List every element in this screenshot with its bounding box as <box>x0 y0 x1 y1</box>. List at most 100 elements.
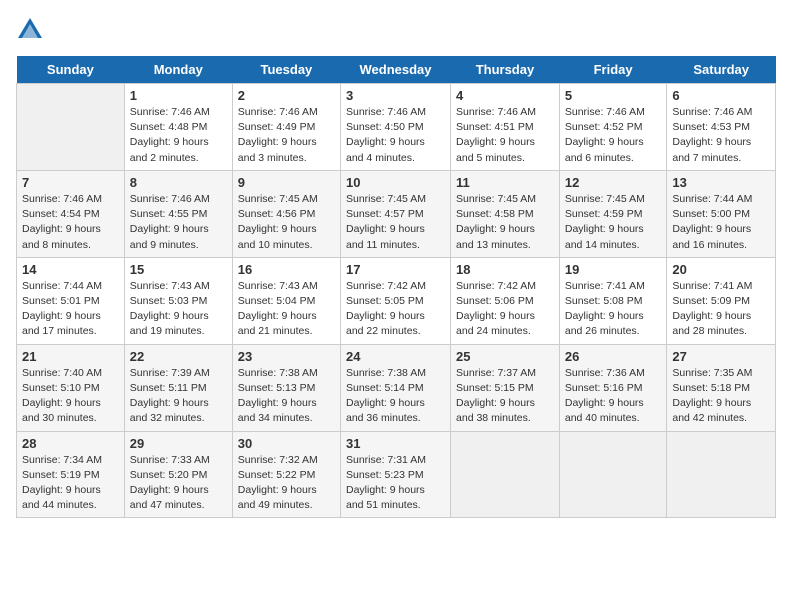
day-number: 27 <box>672 349 770 364</box>
day-number: 11 <box>456 175 554 190</box>
day-cell: 1Sunrise: 7:46 AMSunset: 4:48 PMDaylight… <box>124 84 232 171</box>
day-info: Sunrise: 7:33 AMSunset: 5:20 PMDaylight:… <box>130 453 227 514</box>
page-header <box>16 16 776 44</box>
header-thursday: Thursday <box>451 56 560 84</box>
header-tuesday: Tuesday <box>232 56 340 84</box>
day-number: 19 <box>565 262 662 277</box>
day-number: 15 <box>130 262 227 277</box>
week-row-2: 7 Sunrise: 7:46 AMSunset: 4:54 PMDaylight… <box>17 170 776 257</box>
header-saturday: Saturday <box>667 56 776 84</box>
day-info: Sunrise: 7:45 AMSunset: 4:59 PMDaylight:… <box>565 192 662 253</box>
day-info: Sunrise: 7:45 AMSunset: 4:56 PMDaylight:… <box>238 192 335 253</box>
day-info: Sunrise: 7:43 AMSunset: 5:04 PMDaylight:… <box>238 279 335 340</box>
day-info: Sunrise: 7:40 AMSunset: 5:10 PMDaylight:… <box>22 366 119 427</box>
day-cell: 17 Sunrise: 7:42 AMSunset: 5:05 PMDayligh… <box>341 257 451 344</box>
week-row-5: 28Sunrise: 7:34 AMSunset: 5:19 PMDayligh… <box>17 431 776 518</box>
day-cell: 18Sunrise: 7:42 AMSunset: 5:06 PMDayligh… <box>451 257 560 344</box>
header-friday: Friday <box>559 56 667 84</box>
day-cell: 12 Sunrise: 7:45 AMSunset: 4:59 PMDayligh… <box>559 170 667 257</box>
day-cell: 9 Sunrise: 7:45 AMSunset: 4:56 PMDaylight… <box>232 170 340 257</box>
day-info: Sunrise: 7:46 AMSunset: 4:50 PMDaylight:… <box>346 105 445 166</box>
day-cell: 24 Sunrise: 7:38 AMSunset: 5:14 PMDayligh… <box>341 344 451 431</box>
day-cell: 6 Sunrise: 7:46 AMSunset: 4:53 PMDaylight… <box>667 84 776 171</box>
day-info: Sunrise: 7:46 AMSunset: 4:53 PMDaylight:… <box>672 105 770 166</box>
day-cell: 10 Sunrise: 7:45 AMSunset: 4:57 PMDayligh… <box>341 170 451 257</box>
day-number: 24 <box>346 349 445 364</box>
day-cell <box>451 431 560 518</box>
day-number: 12 <box>565 175 662 190</box>
day-number: 8 <box>130 175 227 190</box>
day-cell: 20 Sunrise: 7:41 AMSunset: 5:09 PMDayligh… <box>667 257 776 344</box>
day-info: Sunrise: 7:43 AMSunset: 5:03 PMDaylight:… <box>130 279 227 340</box>
logo <box>16 16 46 44</box>
day-number: 31 <box>346 436 445 451</box>
day-info: Sunrise: 7:41 AMSunset: 5:09 PMDaylight:… <box>672 279 770 340</box>
day-info: Sunrise: 7:37 AMSunset: 5:15 PMDaylight:… <box>456 366 554 427</box>
day-info: Sunrise: 7:44 AMSunset: 5:00 PMDaylight:… <box>672 192 770 253</box>
week-row-4: 21 Sunrise: 7:40 AMSunset: 5:10 PMDayligh… <box>17 344 776 431</box>
day-cell: 26 Sunrise: 7:36 AMSunset: 5:16 PMDayligh… <box>559 344 667 431</box>
day-cell: 14Sunrise: 7:44 AMSunset: 5:01 PMDayligh… <box>17 257 125 344</box>
day-number: 17 <box>346 262 445 277</box>
day-number: 10 <box>346 175 445 190</box>
day-info: Sunrise: 7:46 AMSunset: 4:55 PMDaylight:… <box>130 192 227 253</box>
day-cell: 11 Sunrise: 7:45 AMSunset: 4:58 PMDayligh… <box>451 170 560 257</box>
day-info: Sunrise: 7:42 AMSunset: 5:05 PMDaylight:… <box>346 279 445 340</box>
day-info: Sunrise: 7:46 AMSunset: 4:52 PMDaylight:… <box>565 105 662 166</box>
logo-icon <box>16 16 44 44</box>
day-number: 2 <box>238 88 335 103</box>
calendar: SundayMondayTuesdayWednesdayThursdayFrid… <box>16 56 776 518</box>
calendar-header-row: SundayMondayTuesdayWednesdayThursdayFrid… <box>17 56 776 84</box>
day-cell: 21 Sunrise: 7:40 AMSunset: 5:10 PMDayligh… <box>17 344 125 431</box>
header-wednesday: Wednesday <box>341 56 451 84</box>
day-number: 14 <box>22 262 119 277</box>
day-cell: 22Sunrise: 7:39 AMSunset: 5:11 PMDayligh… <box>124 344 232 431</box>
day-number: 25 <box>456 349 554 364</box>
day-cell: 28Sunrise: 7:34 AMSunset: 5:19 PMDayligh… <box>17 431 125 518</box>
day-number: 21 <box>22 349 119 364</box>
day-cell: 4Sunrise: 7:46 AMSunset: 4:51 PMDaylight… <box>451 84 560 171</box>
day-cell: 15 Sunrise: 7:43 AMSunset: 5:03 PMDayligh… <box>124 257 232 344</box>
day-cell: 5 Sunrise: 7:46 AMSunset: 4:52 PMDaylight… <box>559 84 667 171</box>
day-number: 26 <box>565 349 662 364</box>
header-monday: Monday <box>124 56 232 84</box>
day-cell: 29 Sunrise: 7:33 AMSunset: 5:20 PMDayligh… <box>124 431 232 518</box>
day-number: 6 <box>672 88 770 103</box>
day-number: 29 <box>130 436 227 451</box>
day-cell: 7 Sunrise: 7:46 AMSunset: 4:54 PMDaylight… <box>17 170 125 257</box>
day-number: 20 <box>672 262 770 277</box>
day-info: Sunrise: 7:41 AMSunset: 5:08 PMDaylight:… <box>565 279 662 340</box>
day-cell: 19 Sunrise: 7:41 AMSunset: 5:08 PMDayligh… <box>559 257 667 344</box>
day-info: Sunrise: 7:46 AMSunset: 4:49 PMDaylight:… <box>238 105 335 166</box>
day-number: 9 <box>238 175 335 190</box>
day-info: Sunrise: 7:38 AMSunset: 5:14 PMDaylight:… <box>346 366 445 427</box>
day-number: 7 <box>22 175 119 190</box>
day-number: 3 <box>346 88 445 103</box>
day-cell: 27 Sunrise: 7:35 AMSunset: 5:18 PMDayligh… <box>667 344 776 431</box>
day-cell: 3 Sunrise: 7:46 AMSunset: 4:50 PMDaylight… <box>341 84 451 171</box>
day-cell: 2 Sunrise: 7:46 AMSunset: 4:49 PMDaylight… <box>232 84 340 171</box>
day-number: 16 <box>238 262 335 277</box>
day-info: Sunrise: 7:46 AMSunset: 4:54 PMDaylight:… <box>22 192 119 253</box>
day-info: Sunrise: 7:36 AMSunset: 5:16 PMDaylight:… <box>565 366 662 427</box>
day-number: 22 <box>130 349 227 364</box>
day-number: 18 <box>456 262 554 277</box>
day-info: Sunrise: 7:32 AMSunset: 5:22 PMDaylight:… <box>238 453 335 514</box>
day-cell <box>17 84 125 171</box>
day-cell: 23Sunrise: 7:38 AMSunset: 5:13 PMDayligh… <box>232 344 340 431</box>
day-info: Sunrise: 7:45 AMSunset: 4:57 PMDaylight:… <box>346 192 445 253</box>
day-cell <box>667 431 776 518</box>
day-cell: 16 Sunrise: 7:43 AMSunset: 5:04 PMDayligh… <box>232 257 340 344</box>
day-cell <box>559 431 667 518</box>
day-number: 13 <box>672 175 770 190</box>
day-number: 5 <box>565 88 662 103</box>
day-info: Sunrise: 7:34 AMSunset: 5:19 PMDaylight:… <box>22 453 119 514</box>
day-cell: 25 Sunrise: 7:37 AMSunset: 5:15 PMDayligh… <box>451 344 560 431</box>
day-info: Sunrise: 7:45 AMSunset: 4:58 PMDaylight:… <box>456 192 554 253</box>
day-cell: 8 Sunrise: 7:46 AMSunset: 4:55 PMDaylight… <box>124 170 232 257</box>
day-info: Sunrise: 7:35 AMSunset: 5:18 PMDaylight:… <box>672 366 770 427</box>
day-cell: 30Sunrise: 7:32 AMSunset: 5:22 PMDayligh… <box>232 431 340 518</box>
day-info: Sunrise: 7:31 AMSunset: 5:23 PMDaylight:… <box>346 453 445 514</box>
day-number: 4 <box>456 88 554 103</box>
day-cell: 31 Sunrise: 7:31 AMSunset: 5:23 PMDayligh… <box>341 431 451 518</box>
